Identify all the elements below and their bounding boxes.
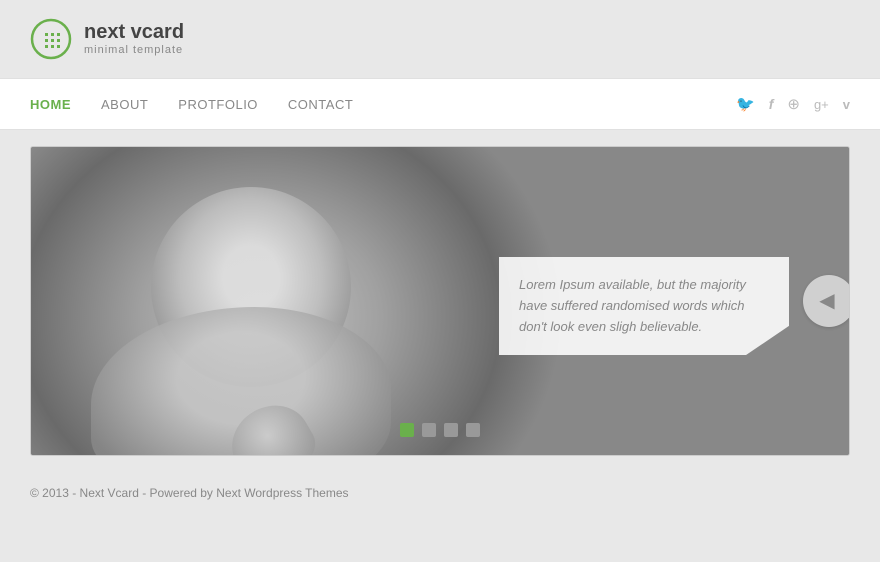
logo-icon (30, 18, 72, 60)
slide-caption-text: Lorem Ipsum available, but the majority … (519, 277, 746, 334)
nav-social: 🐦 f ⊕ g+ v (736, 95, 850, 113)
nav-home[interactable]: HOME (30, 81, 71, 128)
logo-title: next vcard (84, 20, 184, 44)
logo-subtitle: minimal template (84, 44, 184, 57)
logo-text: next vcard minimal template (84, 20, 184, 57)
nav-bar: HOME ABOUT PROTFOLIO CONTACT 🐦 f ⊕ g+ v (0, 78, 880, 130)
footer-text: © 2013 - Next Vcard - Powered by Next Wo… (30, 486, 349, 500)
twitter-icon[interactable]: 🐦 (736, 95, 755, 113)
slider-next-button[interactable]: ◀ (803, 275, 850, 327)
slide-dot-2[interactable] (422, 423, 436, 437)
facebook-icon[interactable]: f (769, 96, 774, 112)
slide-dot-4[interactable] (466, 423, 480, 437)
slide-dot-3[interactable] (444, 423, 458, 437)
googleplus-icon[interactable]: g+ (814, 97, 829, 112)
slide-dot-1[interactable] (400, 423, 414, 437)
dribbble-icon[interactable]: ⊕ (787, 95, 800, 113)
vimeo-icon[interactable]: v (843, 97, 850, 112)
nav-links: HOME ABOUT PROTFOLIO CONTACT (30, 81, 736, 128)
footer: © 2013 - Next Vcard - Powered by Next Wo… (0, 472, 880, 514)
slide-dots (400, 423, 480, 437)
nav-portfolio[interactable]: PROTFOLIO (178, 81, 258, 128)
slide-caption: Lorem Ipsum available, but the majority … (499, 257, 789, 355)
header: next vcard minimal template (0, 0, 880, 78)
slider-container: Lorem Ipsum available, but the majority … (30, 146, 850, 456)
nav-about[interactable]: ABOUT (101, 81, 148, 128)
arrow-icon: ◀ (819, 291, 834, 311)
nav-contact[interactable]: CONTACT (288, 81, 353, 128)
